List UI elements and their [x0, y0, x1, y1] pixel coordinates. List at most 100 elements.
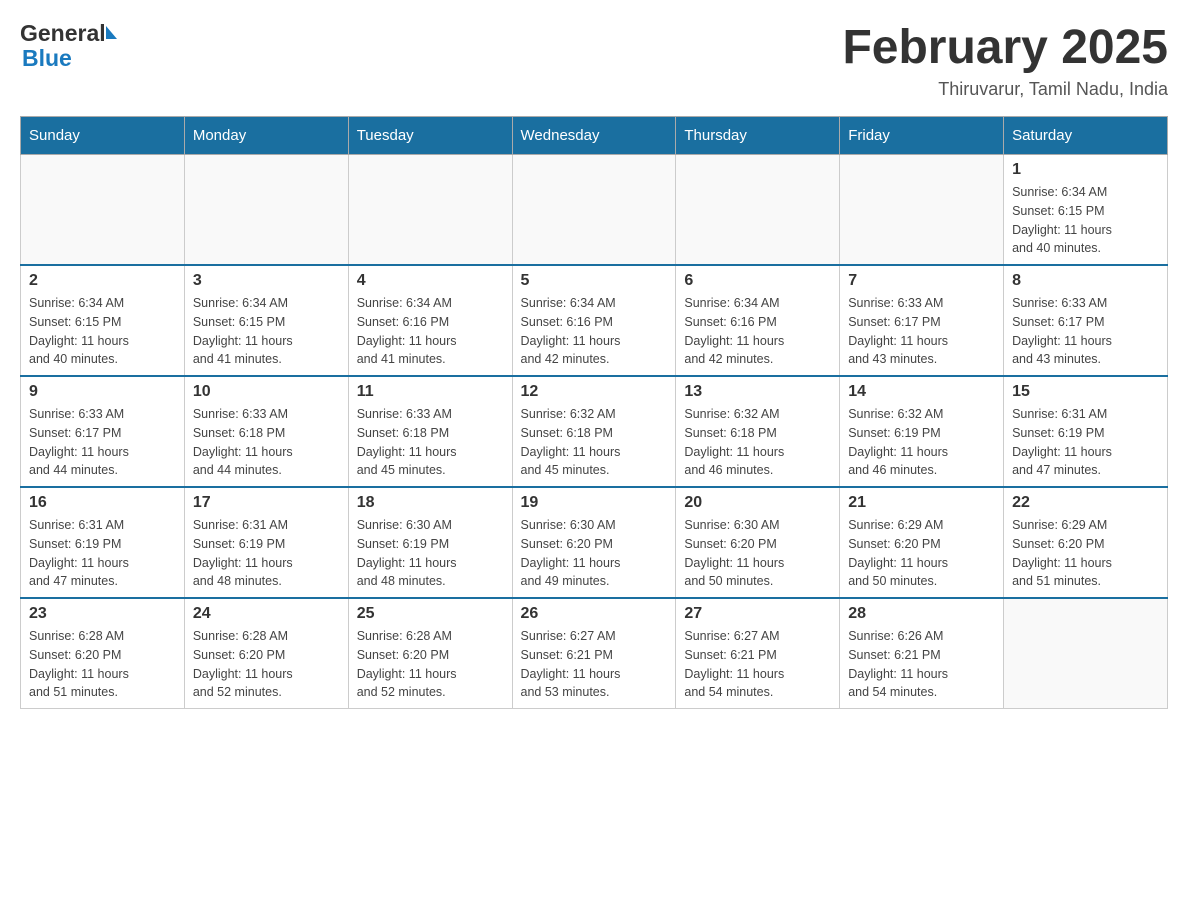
day-number: 16 — [29, 494, 176, 512]
day-header-monday: Monday — [184, 117, 348, 155]
day-info: Sunrise: 6:34 AM Sunset: 6:16 PM Dayligh… — [684, 294, 831, 369]
calendar-cell: 9 Sunrise: 6:33 AM Sunset: 6:17 PM Daylig… — [21, 376, 185, 487]
calendar-cell: 16 Sunrise: 6:31 AM Sunset: 6:19 PM Dayli… — [21, 487, 185, 598]
day-info: Sunrise: 6:34 AM Sunset: 6:15 PM Dayligh… — [193, 294, 340, 369]
day-number: 23 — [29, 605, 176, 623]
day-number: 21 — [848, 494, 995, 512]
day-info: Sunrise: 6:34 AM Sunset: 6:16 PM Dayligh… — [357, 294, 504, 369]
day-header-row: SundayMondayTuesdayWednesdayThursdayFrid… — [21, 117, 1168, 155]
day-number: 20 — [684, 494, 831, 512]
calendar-cell: 1Sunrise: 6:34 AM Sunset: 6:15 PM Daylig… — [1004, 155, 1168, 266]
day-info: Sunrise: 6:30 AM Sunset: 6:20 PM Dayligh… — [684, 516, 831, 591]
calendar-cell: 6 Sunrise: 6:34 AM Sunset: 6:16 PM Daylig… — [676, 265, 840, 376]
day-info: Sunrise: 6:27 AM Sunset: 6:21 PM Dayligh… — [521, 627, 668, 702]
calendar-cell: 13Sunrise: 6:32 AM Sunset: 6:18 PM Dayli… — [676, 376, 840, 487]
calendar-cell — [184, 155, 348, 266]
calendar-cell: 8 Sunrise: 6:33 AM Sunset: 6:17 PM Daylig… — [1004, 265, 1168, 376]
day-number: 28 — [848, 605, 995, 623]
day-number: 2 — [29, 272, 176, 290]
day-info: Sunrise: 6:33 AM Sunset: 6:18 PM Dayligh… — [193, 405, 340, 480]
day-number: 14 — [848, 383, 995, 401]
calendar-cell — [676, 155, 840, 266]
day-number: 7 — [848, 272, 995, 290]
day-info: Sunrise: 6:32 AM Sunset: 6:19 PM Dayligh… — [848, 405, 995, 480]
day-number: 4 — [357, 272, 504, 290]
day-info: Sunrise: 6:33 AM Sunset: 6:17 PM Dayligh… — [29, 405, 176, 480]
day-header-wednesday: Wednesday — [512, 117, 676, 155]
calendar-body: 1Sunrise: 6:34 AM Sunset: 6:15 PM Daylig… — [21, 155, 1168, 709]
day-number: 19 — [521, 494, 668, 512]
day-number: 18 — [357, 494, 504, 512]
week-row-4: 16 Sunrise: 6:31 AM Sunset: 6:19 PM Dayli… — [21, 487, 1168, 598]
calendar-cell — [840, 155, 1004, 266]
day-number: 8 — [1012, 272, 1159, 290]
calendar-cell: 18 Sunrise: 6:30 AM Sunset: 6:19 PM Dayli… — [348, 487, 512, 598]
calendar-cell: 17Sunrise: 6:31 AM Sunset: 6:19 PM Dayli… — [184, 487, 348, 598]
day-info: Sunrise: 6:34 AM Sunset: 6:15 PM Dayligh… — [1012, 183, 1159, 258]
calendar-cell: 23 Sunrise: 6:28 AM Sunset: 6:20 PM Dayli… — [21, 598, 185, 709]
calendar-cell: 19Sunrise: 6:30 AM Sunset: 6:20 PM Dayli… — [512, 487, 676, 598]
day-info: Sunrise: 6:28 AM Sunset: 6:20 PM Dayligh… — [357, 627, 504, 702]
logo-arrow — [106, 26, 117, 41]
day-number: 15 — [1012, 383, 1159, 401]
day-header-thursday: Thursday — [676, 117, 840, 155]
calendar-cell: 28 Sunrise: 6:26 AM Sunset: 6:21 PM Dayli… — [840, 598, 1004, 709]
day-number: 5 — [521, 272, 668, 290]
logo-general-text: General — [20, 20, 106, 47]
calendar-cell — [512, 155, 676, 266]
day-info: Sunrise: 6:34 AM Sunset: 6:16 PM Dayligh… — [521, 294, 668, 369]
calendar-cell: 21 Sunrise: 6:29 AM Sunset: 6:20 PM Dayli… — [840, 487, 1004, 598]
day-info: Sunrise: 6:28 AM Sunset: 6:20 PM Dayligh… — [29, 627, 176, 702]
page-header: General Blue February 2025 Thiruvarur, T… — [20, 20, 1168, 100]
calendar-cell: 22 Sunrise: 6:29 AM Sunset: 6:20 PM Dayli… — [1004, 487, 1168, 598]
week-row-3: 9 Sunrise: 6:33 AM Sunset: 6:17 PM Daylig… — [21, 376, 1168, 487]
calendar-cell: 26 Sunrise: 6:27 AM Sunset: 6:21 PM Dayli… — [512, 598, 676, 709]
day-info: Sunrise: 6:33 AM Sunset: 6:17 PM Dayligh… — [1012, 294, 1159, 369]
day-header-sunday: Sunday — [21, 117, 185, 155]
day-info: Sunrise: 6:31 AM Sunset: 6:19 PM Dayligh… — [193, 516, 340, 591]
calendar-cell: 25Sunrise: 6:28 AM Sunset: 6:20 PM Dayli… — [348, 598, 512, 709]
calendar-cell: 20 Sunrise: 6:30 AM Sunset: 6:20 PM Dayli… — [676, 487, 840, 598]
day-info: Sunrise: 6:29 AM Sunset: 6:20 PM Dayligh… — [848, 516, 995, 591]
day-number: 9 — [29, 383, 176, 401]
day-info: Sunrise: 6:31 AM Sunset: 6:19 PM Dayligh… — [1012, 405, 1159, 480]
day-number: 6 — [684, 272, 831, 290]
calendar-cell: 10Sunrise: 6:33 AM Sunset: 6:18 PM Dayli… — [184, 376, 348, 487]
calendar-cell: 12Sunrise: 6:32 AM Sunset: 6:18 PM Dayli… — [512, 376, 676, 487]
calendar-cell — [1004, 598, 1168, 709]
calendar-cell — [348, 155, 512, 266]
calendar-cell — [21, 155, 185, 266]
week-row-2: 2 Sunrise: 6:34 AM Sunset: 6:15 PM Daylig… — [21, 265, 1168, 376]
day-info: Sunrise: 6:29 AM Sunset: 6:20 PM Dayligh… — [1012, 516, 1159, 591]
day-info: Sunrise: 6:26 AM Sunset: 6:21 PM Dayligh… — [848, 627, 995, 702]
week-row-5: 23 Sunrise: 6:28 AM Sunset: 6:20 PM Dayli… — [21, 598, 1168, 709]
day-number: 3 — [193, 272, 340, 290]
title-section: February 2025 Thiruvarur, Tamil Nadu, In… — [842, 20, 1168, 100]
day-number: 26 — [521, 605, 668, 623]
logo: General Blue — [20, 20, 117, 72]
calendar-cell: 5 Sunrise: 6:34 AM Sunset: 6:16 PM Daylig… — [512, 265, 676, 376]
day-info: Sunrise: 6:33 AM Sunset: 6:18 PM Dayligh… — [357, 405, 504, 480]
calendar-cell: 2Sunrise: 6:34 AM Sunset: 6:15 PM Daylig… — [21, 265, 185, 376]
calendar-header: SundayMondayTuesdayWednesdayThursdayFrid… — [21, 117, 1168, 155]
day-info: Sunrise: 6:28 AM Sunset: 6:20 PM Dayligh… — [193, 627, 340, 702]
day-info: Sunrise: 6:31 AM Sunset: 6:19 PM Dayligh… — [29, 516, 176, 591]
day-number: 11 — [357, 383, 504, 401]
day-header-friday: Friday — [840, 117, 1004, 155]
day-info: Sunrise: 6:27 AM Sunset: 6:21 PM Dayligh… — [684, 627, 831, 702]
day-header-saturday: Saturday — [1004, 117, 1168, 155]
calendar-cell: 15 Sunrise: 6:31 AM Sunset: 6:19 PM Dayli… — [1004, 376, 1168, 487]
day-info: Sunrise: 6:30 AM Sunset: 6:19 PM Dayligh… — [357, 516, 504, 591]
calendar-cell: 24 Sunrise: 6:28 AM Sunset: 6:20 PM Dayli… — [184, 598, 348, 709]
day-info: Sunrise: 6:32 AM Sunset: 6:18 PM Dayligh… — [521, 405, 668, 480]
logo-triangle-icon — [106, 26, 117, 39]
day-number: 22 — [1012, 494, 1159, 512]
calendar-cell: 14 Sunrise: 6:32 AM Sunset: 6:19 PM Dayli… — [840, 376, 1004, 487]
day-number: 13 — [684, 383, 831, 401]
calendar-title: February 2025 — [842, 20, 1168, 75]
day-number: 24 — [193, 605, 340, 623]
calendar-cell: 4 Sunrise: 6:34 AM Sunset: 6:16 PM Daylig… — [348, 265, 512, 376]
day-header-tuesday: Tuesday — [348, 117, 512, 155]
calendar-cell: 3 Sunrise: 6:34 AM Sunset: 6:15 PM Daylig… — [184, 265, 348, 376]
calendar-table: SundayMondayTuesdayWednesdayThursdayFrid… — [20, 116, 1168, 709]
